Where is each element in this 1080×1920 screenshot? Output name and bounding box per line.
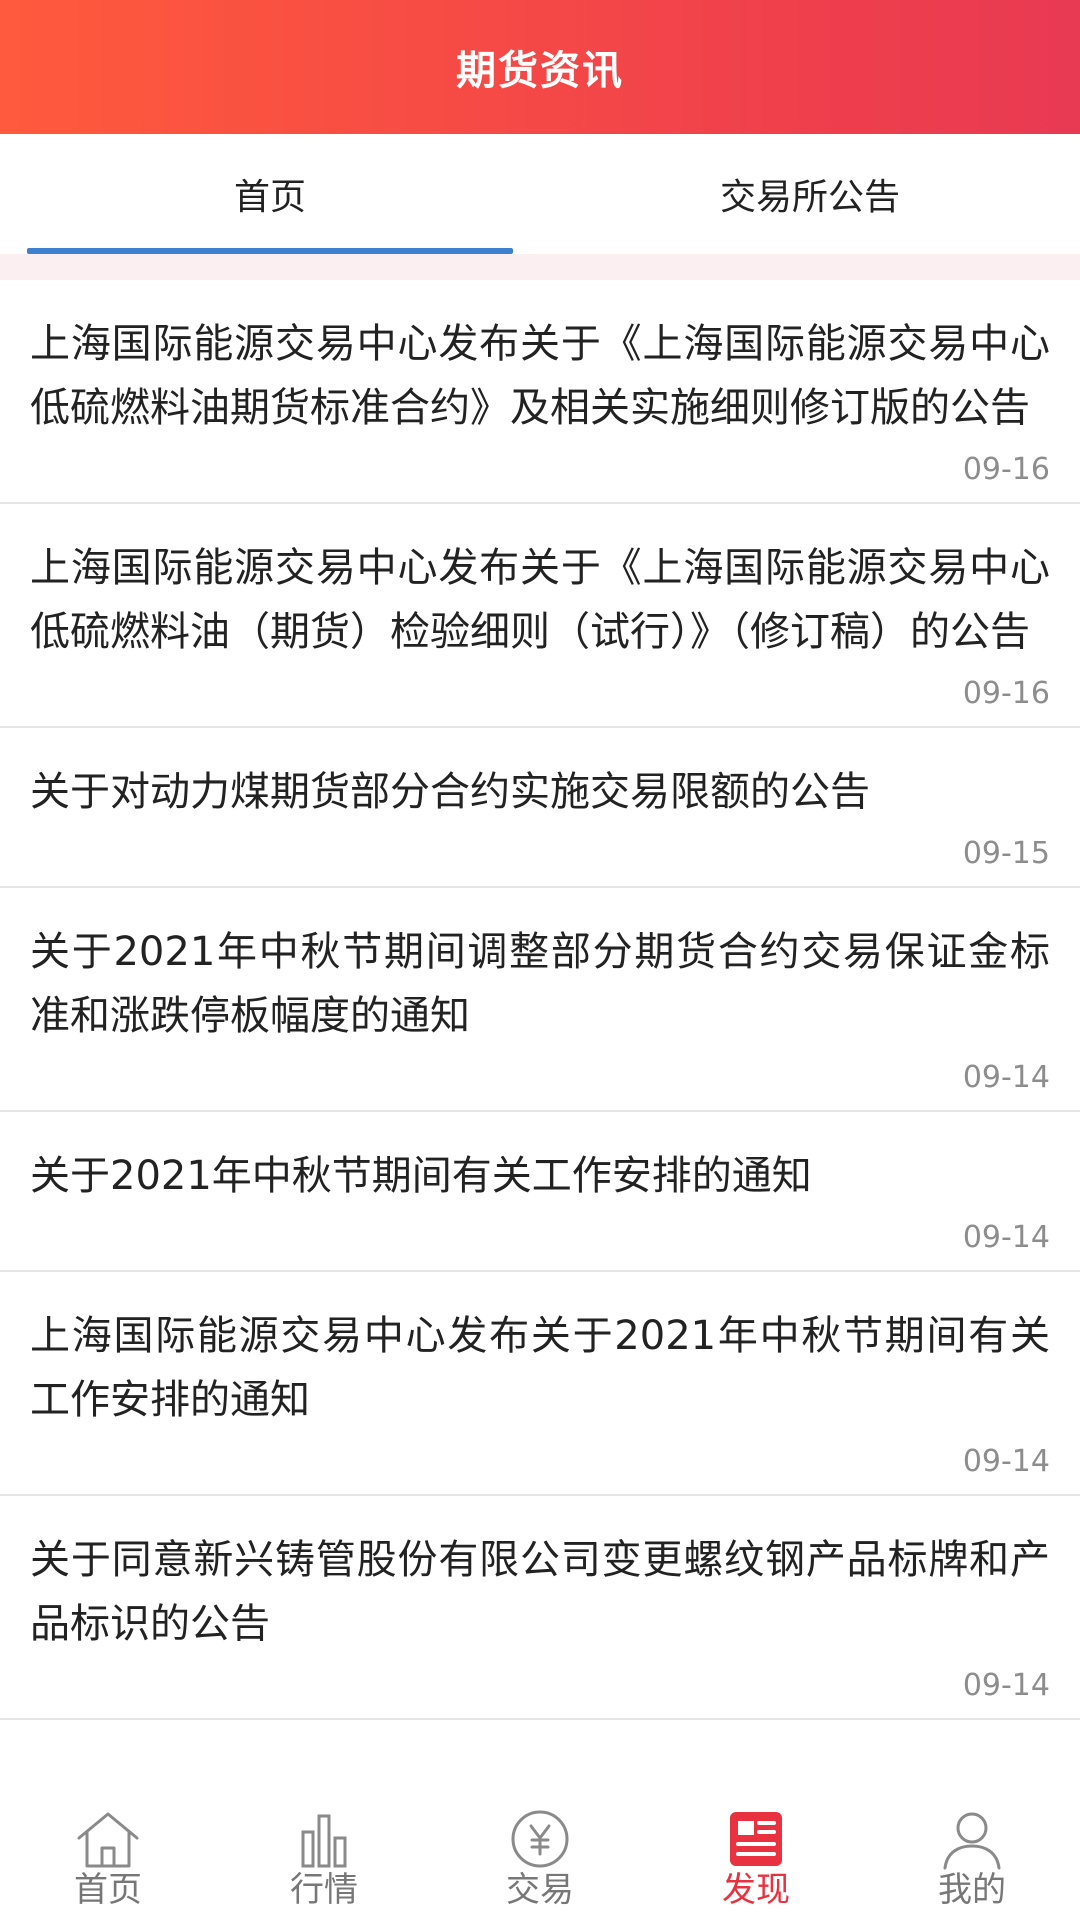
news-title: 上海国际能源交易中心发布关于《上海国际能源交易中心低硫燃料油（期货）检验细则（试… [30, 545, 1050, 655]
home-icon [77, 1812, 139, 1868]
nav-discover-label: 发现 [722, 1870, 790, 1910]
nav-market-label: 行情 [290, 1870, 358, 1910]
bar-chart-icon [301, 1814, 347, 1868]
news-title: 关于2021年中秋节期间调整部分期货合约交易保证金标准和涨跌停板幅度的通知 [30, 929, 1050, 1039]
tab-divider [0, 254, 1080, 280]
news-date: 09-15 [962, 836, 1050, 871]
top-header: 期货资讯 [0, 0, 1080, 134]
news-item[interactable]: 上海国际能源交易中心发布关于2021年中秋节期间有关工作安排的通知 09-14 [0, 1272, 1080, 1496]
news-title: 上海国际能源交易中心发布关于2021年中秋节期间有关工作安排的通知 [30, 1313, 1050, 1423]
news-title: 上海国际能源交易中心发布关于《上海国际能源交易中心低硫燃料油期货标准合约》及相关… [30, 321, 1050, 431]
page-title: 期货资讯 [456, 48, 624, 94]
news-date: 09-14 [962, 1444, 1050, 1479]
tab-exchange-announcements-label: 交易所公告 [719, 177, 900, 218]
news-list[interactable]: 上海国际能源交易中心发布关于《上海国际能源交易中心低硫燃料油期货标准合约》及相关… [0, 280, 1080, 1800]
news-date: 09-14 [962, 1060, 1050, 1095]
tab-bar: 首页 交易所公告 [0, 134, 1080, 254]
nav-mine-label: 我的 [938, 1870, 1006, 1910]
news-date: 09-14 [962, 1220, 1050, 1255]
news-icon [730, 1812, 782, 1866]
news-title: 关于对动力煤期货部分合约实施交易限额的公告 [30, 769, 870, 815]
news-title: 关于2021年中秋节期间有关工作安排的通知 [30, 1153, 812, 1199]
news-date: 09-16 [962, 676, 1050, 711]
news-item[interactable]: 上海国际能源交易中心发布关于《上海国际能源交易中心低硫燃料油（期货）检验细则（试… [0, 504, 1080, 728]
nav-mine[interactable]: 我的 [864, 1800, 1080, 1920]
news-item[interactable]: 关于2021年中秋节期间有关工作安排的通知 09-14 [0, 1112, 1080, 1272]
news-item[interactable]: 关于对动力煤期货部分合约实施交易限额的公告 09-15 [0, 728, 1080, 888]
yen-coin-icon [511, 1810, 569, 1868]
nav-home[interactable]: 首页 [0, 1800, 216, 1920]
tab-home-label: 首页 [233, 177, 306, 218]
tab-home[interactable]: 首页 [0, 134, 540, 254]
nav-discover[interactable]: 发现 [648, 1800, 864, 1920]
nav-home-label: 首页 [74, 1870, 142, 1910]
news-title: 关于同意新兴铸管股份有限公司变更螺纹钢产品标牌和产品标识的公告 [30, 1537, 1050, 1647]
user-icon [943, 1812, 1001, 1870]
news-item[interactable]: 关于2021年中秋节期间调整部分期货合约交易保证金标准和涨跌停板幅度的通知 09… [0, 888, 1080, 1112]
news-date: 09-14 [962, 1668, 1050, 1703]
news-item[interactable]: 上海国际能源交易中心发布关于《上海国际能源交易中心低硫燃料油期货标准合约》及相关… [0, 280, 1080, 504]
news-date: 09-16 [962, 452, 1050, 487]
nav-market[interactable]: 行情 [216, 1800, 432, 1920]
tab-exchange-announcements[interactable]: 交易所公告 [540, 134, 1080, 254]
news-item[interactable]: 关于同意新兴铸管股份有限公司变更螺纹钢产品标牌和产品标识的公告 09-14 [0, 1496, 1080, 1720]
app-screen: 期货资讯 首页 交易所公告 上海国际能源交易中心发布关于《上海国际能源交易中心低… [0, 0, 1080, 1920]
nav-trade[interactable]: 交易 [432, 1800, 648, 1920]
nav-trade-label: 交易 [506, 1870, 574, 1910]
bottom-navigation: 首页 行情 交易 发现 我的 [0, 1800, 1080, 1920]
